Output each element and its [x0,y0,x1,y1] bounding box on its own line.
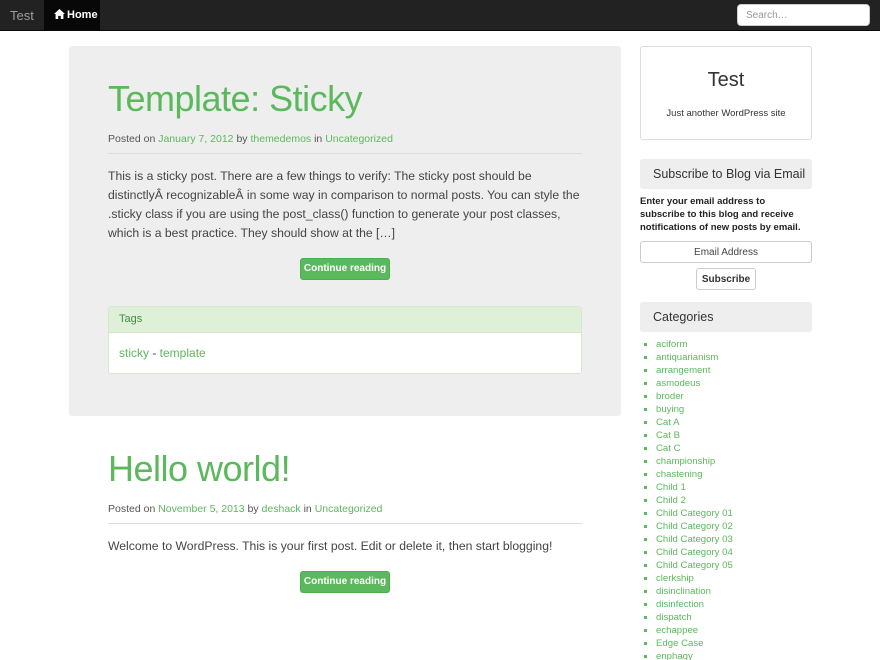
post-date-link[interactable]: January 7, 2012 [158,133,233,145]
category-link[interactable]: arrangement [656,365,710,376]
sticky-post: Template: Sticky Posted on January 7, 20… [69,46,621,416]
tags-panel: Tags sticky - template [108,306,582,374]
search-input[interactable] [737,4,870,26]
category-list-item: Cat B [656,429,812,442]
site-title: Test [707,69,745,91]
category-list-item: echappee [656,624,812,637]
category-link[interactable]: Child Category 04 [656,547,733,558]
category-list-item: championship [656,455,812,468]
subscribe-description: Enter your email address to subscribe to… [640,196,801,233]
category-link[interactable]: Edge Case [656,638,703,649]
continue-reading-button[interactable]: Continue reading [300,571,390,593]
post-meta: Posted on November 5, 2013 by deshack in… [108,503,582,524]
category-list-item: clerkship [656,572,812,585]
category-link[interactable]: clerkship [656,573,694,584]
category-list-item: dispatch [656,611,812,624]
category-link[interactable]: championship [656,456,715,467]
category-list-item: Child 2 [656,494,812,507]
category-link[interactable]: Cat B [656,430,680,441]
category-list-item: Child Category 04 [656,546,812,559]
tags-list: sticky - template [109,333,581,373]
category-list-item: Child Category 03 [656,533,812,546]
tag-link[interactable]: sticky [119,346,149,360]
by-label: by [236,133,248,145]
post: Hello world! Posted on November 5, 2013 … [69,416,621,656]
category-link[interactable]: antiquarianism [656,352,718,363]
subscribe-widget: Subscribe to Blog via Email Enter your e… [640,159,812,290]
post-meta: Posted on January 7, 2012 by themedemos … [108,133,582,154]
tag-separator: - [149,346,160,360]
post-author-link[interactable]: themedemos [250,133,311,145]
category-link[interactable]: chastening [656,469,702,480]
category-link[interactable]: Child Category 03 [656,534,733,545]
category-list-item: aciform [656,338,812,351]
category-list-item: Child Category 05 [656,559,812,572]
post-date-link[interactable]: November 5, 2013 [158,503,244,515]
in-label: in [314,133,323,145]
category-link[interactable]: Child Category 02 [656,521,733,532]
category-list-item: disinclination [656,585,812,598]
category-link[interactable]: disinfection [656,599,704,610]
category-link[interactable]: dispatch [656,612,692,623]
posted-on-label: Posted on [108,133,156,145]
site-tagline: Just another WordPress site [666,108,786,119]
continue-reading-button[interactable]: Continue reading [300,258,390,280]
post-category-link[interactable]: Uncategorized [315,503,383,515]
tags-heading: Tags [109,307,581,333]
subscribe-button[interactable]: Subscribe [696,268,756,290]
tag-link[interactable]: template [160,346,206,360]
category-link[interactable]: enphagy [656,651,693,660]
category-list-item: broder [656,390,812,403]
post-excerpt: Welcome to WordPress. This is your first… [108,539,553,553]
post-title-link[interactable]: Template: Sticky [108,79,582,119]
post-title-link[interactable]: Hello world! [108,449,582,489]
categories-widget-title: Categories [640,302,812,332]
category-link[interactable]: disinclination [656,586,711,597]
categories-widget: Categories aciform antiquarianism arrangem… [640,302,812,660]
category-list-item: Edge Case [656,637,812,650]
category-list-item: enphagy [656,650,812,660]
category-link[interactable]: Cat A [656,417,679,428]
nav-home-link[interactable]: Home [44,0,100,31]
category-link[interactable]: Child 2 [656,495,686,506]
category-list-item: Cat C [656,442,812,455]
category-link[interactable]: Cat C [656,443,681,454]
category-link[interactable]: Child Category 01 [656,508,733,519]
post-author-link[interactable]: deshack [262,503,301,515]
category-link[interactable]: asmodeus [656,378,700,389]
category-link[interactable]: Child Category 05 [656,560,733,571]
category-list-item: buying [656,403,812,416]
category-list-item: chastening [656,468,812,481]
category-list-item: arrangement [656,364,812,377]
home-icon [54,9,65,19]
category-link[interactable]: aciform [656,339,687,350]
post-excerpt: This is a sticky post. There are a few t… [108,169,580,240]
email-field[interactable] [640,241,812,263]
category-list-item: asmodeus [656,377,812,390]
category-list: aciform antiquarianism arrangement asmodeus… [640,338,812,660]
subscribe-widget-title: Subscribe to Blog via Email [640,159,812,189]
nav-home-label: Home [67,9,98,21]
category-link[interactable]: echappee [656,625,698,636]
category-list-item: Child Category 02 [656,520,812,533]
site-brand-link[interactable]: Test [10,0,34,31]
site-info-widget: Test Just another WordPress site [640,46,812,140]
post-category-link[interactable]: Uncategorized [325,133,393,145]
category-list-item: Child Category 01 [656,507,812,520]
top-navbar: Test Home [0,0,880,31]
category-list-item: Child 1 [656,481,812,494]
posted-on-label: Posted on [108,503,156,515]
category-link[interactable]: broder [656,391,684,402]
category-list-item: Cat A [656,416,812,429]
category-list-item: disinfection [656,598,812,611]
category-list-item: antiquarianism [656,351,812,364]
category-link[interactable]: buying [656,404,684,415]
category-link[interactable]: Child 1 [656,482,686,493]
by-label: by [247,503,259,515]
sidebar: Test Just another WordPress site Subscri… [640,46,812,660]
in-label: in [303,503,312,515]
